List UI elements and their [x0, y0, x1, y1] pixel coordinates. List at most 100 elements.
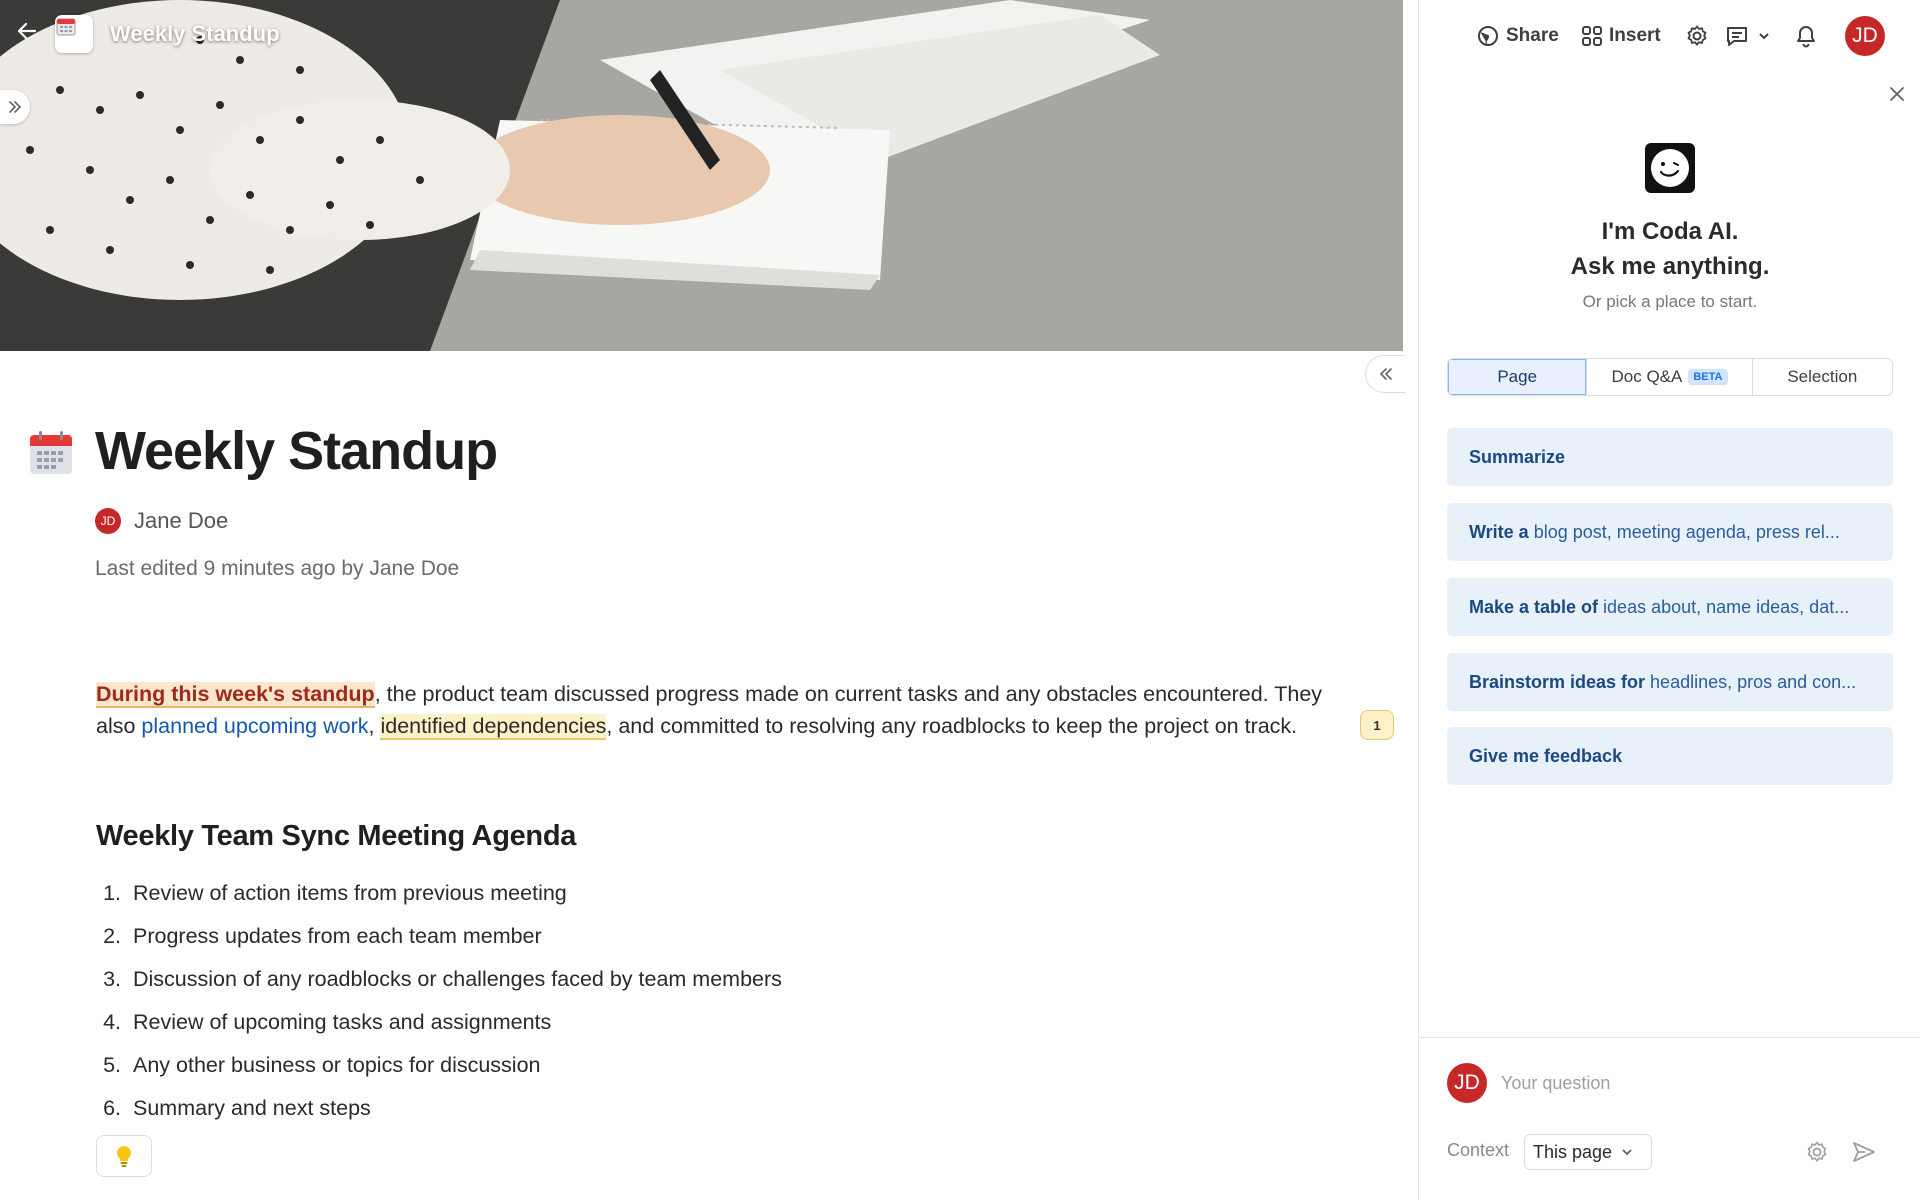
author-avatar[interactable]: JD — [95, 508, 121, 534]
suggestion-brainstorm[interactable]: Brainstorm ideas for headlines, pros and … — [1447, 653, 1893, 711]
send-button[interactable] — [1849, 1137, 1879, 1167]
tab-label: Doc Q&A — [1611, 367, 1683, 386]
suggestion-action: Write a — [1469, 521, 1529, 542]
chevron-down-icon — [1759, 33, 1769, 40]
agenda-list: 1. Review of action items from previous m… — [96, 872, 782, 1130]
last-edited-text: Last edited 9 minutes ago by Jane Doe — [95, 557, 460, 580]
ai-greeting-line-1: I'm Coda AI. — [1601, 218, 1739, 245]
list-item: 3. Discussion of any roadblocks or challe… — [96, 958, 782, 1001]
scope-tabs: Page Doc Q&A BETA Selection — [1447, 358, 1893, 396]
lightbulb-icon — [117, 1146, 131, 1167]
agenda-heading: Weekly Team Sync Meeting Agenda — [96, 820, 577, 852]
beta-badge: BETA — [1688, 369, 1728, 385]
comment-icon — [1727, 27, 1747, 46]
list-item: 6. Summary and next steps — [96, 1087, 782, 1130]
ai-greeting: I'm Coda AI. Ask me anything. — [1419, 214, 1920, 284]
doc-topbar: Weekly Standup — [0, 0, 1403, 70]
list-item-text: Progress updates from each team member — [133, 924, 542, 948]
list-item-text: Any other business or topics for discuss… — [133, 1053, 541, 1077]
gear-icon — [1807, 1141, 1827, 1162]
commented-phrase[interactable]: identified dependencies — [380, 714, 607, 740]
list-number: 3. — [103, 967, 121, 991]
tab-selection[interactable]: Selection — [1753, 359, 1892, 395]
globe-share-icon — [1478, 26, 1498, 46]
coda-ai-panel: Share Insert JD I'm Coda AI. Ask me anyt… — [1418, 0, 1920, 1200]
context-value: This page — [1533, 1141, 1613, 1162]
comments-menu-button[interactable] — [1725, 16, 1771, 56]
list-item-text: Review of upcoming tasks and assignments — [133, 1010, 552, 1034]
close-icon — [1890, 87, 1904, 101]
suggestion-action: Summarize — [1469, 446, 1566, 467]
doc-breadcrumb-title[interactable]: Weekly Standup — [110, 21, 280, 47]
insert-button[interactable]: Insert — [1581, 16, 1661, 56]
list-number: 2. — [103, 924, 121, 948]
paragraph-text: , and committed to resolving any roadblo… — [606, 714, 1298, 738]
ai-idea-button[interactable] — [96, 1135, 152, 1177]
settings-button[interactable] — [1685, 16, 1709, 56]
ai-settings-button[interactable] — [1803, 1138, 1831, 1166]
calendar-icon — [56, 18, 76, 36]
suggestion-feedback[interactable]: Give me feedback — [1447, 727, 1893, 785]
coda-ai-logo-icon — [1645, 143, 1695, 193]
panel-toolbar: Share Insert JD — [1419, 16, 1920, 56]
suggestion-summarize[interactable]: Summarize — [1447, 428, 1893, 486]
suggestion-make-table[interactable]: Make a table of ideas about, name ideas, … — [1447, 578, 1893, 636]
insert-label: Insert — [1609, 25, 1661, 46]
list-item-text: Summary and next steps — [133, 1096, 371, 1120]
app-root: Weekly Standup Weekly Standup JD Jane Do… — [0, 0, 1920, 1200]
user-avatar[interactable]: JD — [1845, 16, 1885, 56]
ai-greeting-line-2: Ask me anything. — [1570, 253, 1770, 280]
bell-icon — [1797, 26, 1815, 48]
paragraph-text: , — [368, 714, 381, 738]
summary-paragraph: During this week's standup, the product … — [96, 678, 1346, 742]
chevron-down-icon — [1622, 1149, 1632, 1156]
comment-count-badge[interactable]: 1 — [1360, 710, 1394, 740]
context-select[interactable]: This page — [1524, 1134, 1652, 1170]
suggestion-detail: ideas about, name ideas, dat... — [1603, 596, 1850, 617]
share-label: Share — [1506, 25, 1559, 46]
list-number: 6. — [103, 1096, 121, 1120]
gear-icon — [1687, 25, 1707, 46]
tab-label: Selection — [1787, 367, 1858, 386]
list-item: 1. Review of action items from previous m… — [96, 872, 782, 915]
list-number: 5. — [103, 1053, 121, 1077]
context-label: Context — [1447, 1140, 1510, 1160]
suggestion-detail: headlines, pros and con... — [1650, 671, 1857, 692]
inline-link[interactable]: planned upcoming work — [141, 714, 368, 738]
calendar-icon[interactable] — [28, 430, 74, 476]
list-item-text: Discussion of any roadblocks or challeng… — [133, 967, 782, 991]
list-item: 5. Any other business or topics for discu… — [96, 1044, 782, 1087]
send-icon — [1853, 1142, 1875, 1162]
author-name[interactable]: Jane Doe — [134, 508, 228, 534]
list-number: 4. — [103, 1010, 121, 1034]
tab-page[interactable]: Page — [1448, 359, 1588, 395]
chevrons-right-icon — [9, 101, 22, 113]
list-item: 2. Progress updates from each team member — [96, 915, 782, 958]
list-number: 1. — [103, 881, 121, 905]
tab-label: Page — [1497, 367, 1538, 386]
list-item-text: Review of action items from previous mee… — [133, 881, 567, 905]
share-button[interactable]: Share — [1476, 16, 1559, 56]
author-row: JD Jane Doe — [95, 508, 228, 534]
grid-insert-icon — [1582, 26, 1602, 46]
highlighted-phrase[interactable]: During this week's standup — [96, 682, 375, 708]
back-button[interactable] — [16, 20, 44, 48]
chevrons-left-icon — [1379, 368, 1392, 380]
suggestion-action: Give me feedback — [1469, 745, 1623, 766]
list-item: 4. Review of upcoming tasks and assignmen… — [96, 1001, 782, 1044]
page-title: Weekly Standup — [95, 421, 498, 481]
question-input[interactable] — [1501, 1066, 1881, 1100]
collapse-panel-button[interactable] — [1365, 355, 1405, 393]
document-area: Weekly Standup Weekly Standup JD Jane Do… — [0, 0, 1418, 1200]
user-avatar: JD — [1447, 1063, 1487, 1103]
cover-image: Weekly Standup — [0, 0, 1403, 351]
ai-subtitle: Or pick a place to start. — [1582, 292, 1758, 311]
doc-icon-button[interactable] — [55, 15, 93, 53]
arrow-left-icon — [17, 22, 37, 40]
suggestion-action: Brainstorm ideas for — [1469, 671, 1646, 692]
tab-doc-qa[interactable]: Doc Q&A BETA — [1587, 359, 1753, 395]
suggestion-write[interactable]: Write a blog post, meeting agenda, press … — [1447, 503, 1893, 561]
notifications-button[interactable] — [1795, 16, 1817, 56]
suggestion-action: Make a table of — [1469, 596, 1599, 617]
close-panel-button[interactable] — [1883, 80, 1911, 108]
